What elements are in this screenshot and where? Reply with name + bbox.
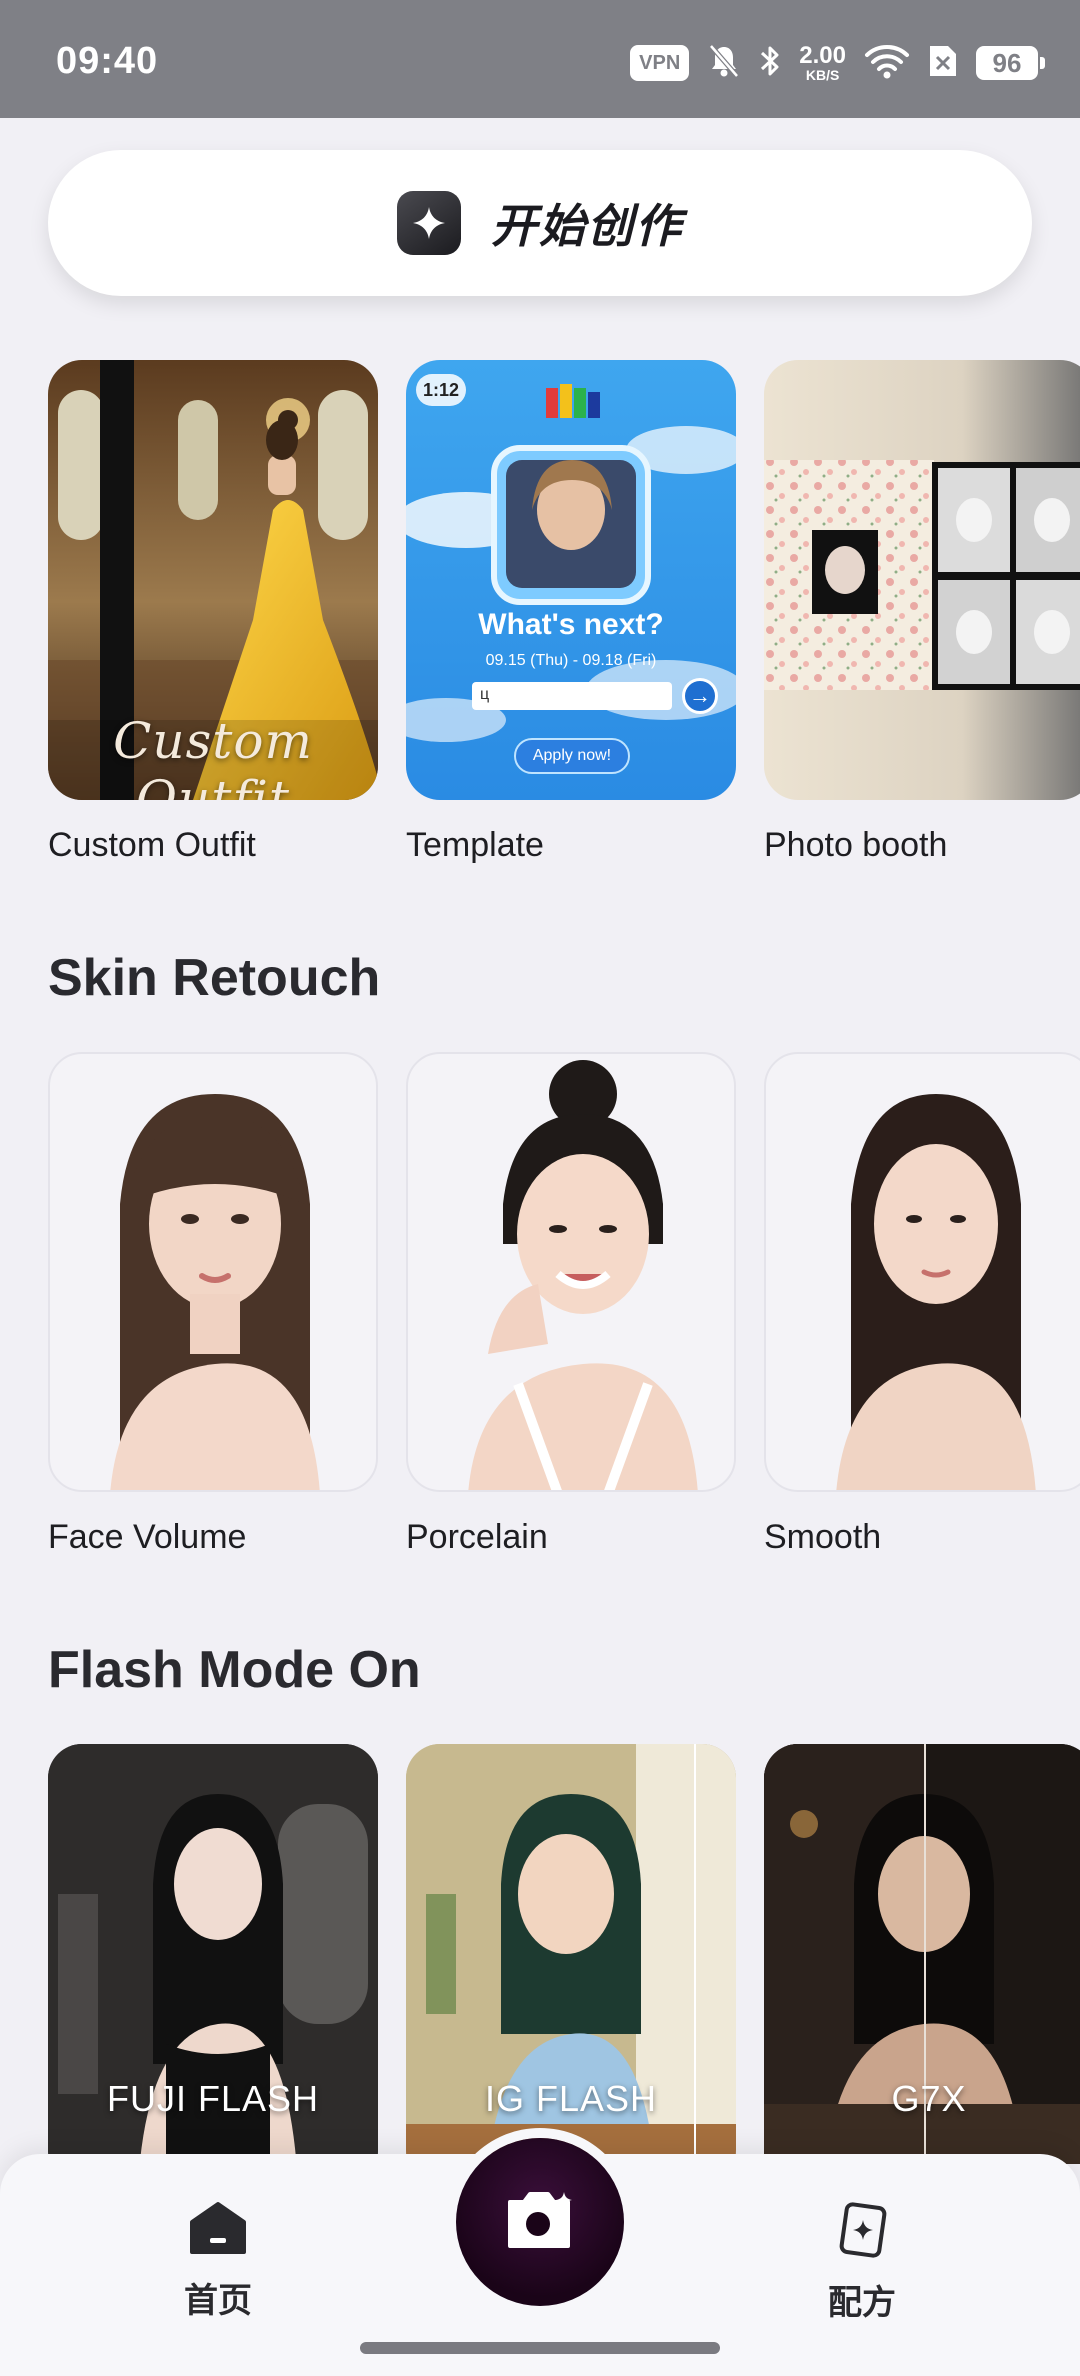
arrow-right-icon: → <box>682 678 718 714</box>
sparkle-icon <box>397 191 461 255</box>
battery-icon: 96 <box>976 46 1045 80</box>
custom-outfit-card[interactable]: Custom Outfit <box>48 360 378 800</box>
bluetooth-icon <box>759 43 781 84</box>
porcelain-image <box>468 1060 698 1490</box>
fuji-flash-card[interactable]: FUJI FLASH <box>48 1744 378 2164</box>
photo-booth-card[interactable] <box>764 360 1080 800</box>
face-volume-caption: Face Volume <box>48 1518 247 1556</box>
custom-outfit-overlay: Custom Outfit <box>113 712 313 800</box>
smooth-card[interactable] <box>764 1052 1080 1492</box>
face-volume-image <box>110 1094 320 1490</box>
recipe-cards-icon <box>830 2200 894 2265</box>
template-card[interactable]: 1:12 What's next? 09.15 (Thu) - 09.18 (F… <box>406 360 736 800</box>
photo-booth-caption: Photo booth <box>764 826 948 864</box>
mute-icon <box>707 43 741 84</box>
fuji-flash-overlay: FUJI FLASH <box>106 2078 320 2119</box>
no-sim-icon <box>928 44 958 83</box>
g7x-overlay: G7X <box>891 2078 967 2119</box>
skin-retouch-title: Skin Retouch <box>48 949 381 1007</box>
flash-mode-title: Flash Mode On <box>48 1641 421 1699</box>
vpn-icon: VPN <box>630 45 690 81</box>
g7x-card[interactable]: G7X <box>764 1744 1080 2164</box>
status-bar: 09:40 VPN 2.00 KB/S 96 <box>0 0 1080 118</box>
smooth-image <box>836 1094 1036 1490</box>
status-time: 09:40 <box>56 40 159 82</box>
porcelain-card[interactable] <box>406 1052 736 1492</box>
skin-retouch-row: Face Volume Porcelain Smooth <box>0 1052 1080 1572</box>
home-indicator <box>360 2342 720 2354</box>
template-apply-button: Apply now! <box>514 738 630 774</box>
porcelain-caption: Porcelain <box>406 1518 548 1556</box>
flash-mode-row: FUJI FLASH IG FLASH G7X <box>0 1744 1080 2164</box>
ig-flash-card[interactable]: IG FLASH <box>406 1744 736 2164</box>
photo-booth-image <box>764 360 1080 800</box>
template-duration-badge: 1:12 <box>416 374 466 406</box>
network-speed: 2.00 KB/S <box>799 42 846 83</box>
home-icon <box>186 2200 250 2263</box>
camera-icon <box>502 2188 578 2257</box>
face-volume-card[interactable] <box>48 1052 378 1492</box>
template-headline: What's next? <box>478 608 664 641</box>
start-creating-button[interactable]: 开始创作 <box>48 150 1032 296</box>
template-dates: 09.15 (Thu) - 09.18 (Fri) <box>485 652 657 669</box>
smooth-caption: Smooth <box>764 1518 882 1556</box>
template-input-field: ц <box>472 682 672 710</box>
template-image <box>406 360 736 800</box>
custom-outfit-caption: Custom Outfit <box>48 826 256 864</box>
nav-home-label: 首页 <box>184 2282 252 2320</box>
ig-flash-overlay: IG FLASH <box>484 2078 658 2119</box>
wifi-icon <box>864 43 910 84</box>
camera-button[interactable] <box>456 2138 624 2306</box>
nav-recipes-label: 配方 <box>828 2284 896 2322</box>
template-caption: Template <box>406 826 544 864</box>
status-icons: VPN 2.00 KB/S 96 <box>630 40 1045 86</box>
feature-row: Custom Outfit Custom Outfit 1:12 What's … <box>0 360 1080 880</box>
nav-home[interactable]: 首页 <box>138 2200 298 2322</box>
start-creating-label: 开始创作 <box>491 200 683 252</box>
nav-recipes[interactable]: 配方 <box>782 2200 942 2324</box>
